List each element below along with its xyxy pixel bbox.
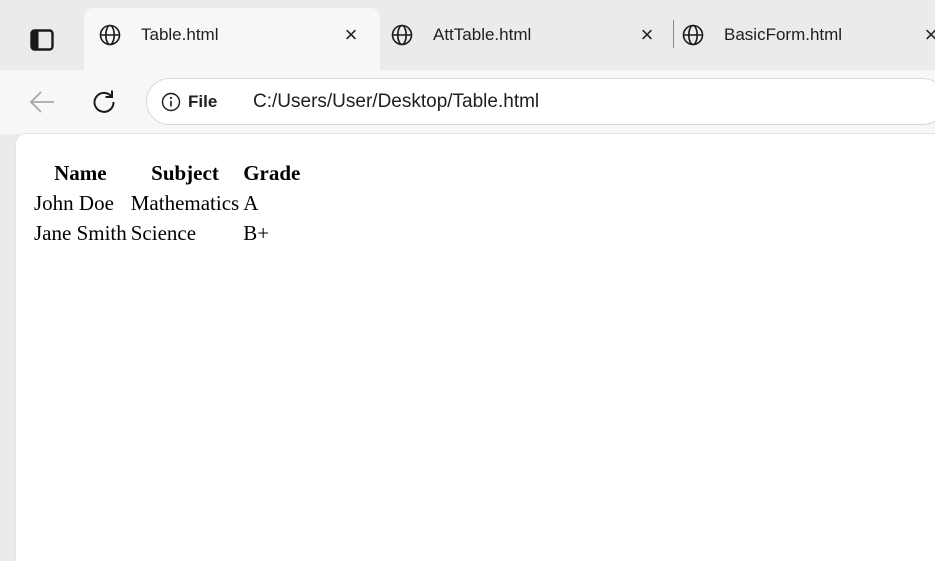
tab-title: BasicForm.html [724, 25, 843, 44]
refresh-icon [93, 90, 115, 113]
table-row: Jane Smith Science B+ [33, 219, 301, 247]
globe-icon [391, 24, 413, 46]
site-info-button[interactable]: File [161, 91, 217, 113]
address-bar[interactable]: File C:/Users/User/Desktop/Table.html [146, 78, 935, 125]
globe-icon [682, 24, 704, 46]
back-button[interactable] [24, 84, 60, 120]
cell-subject: Mathematics [130, 191, 240, 215]
tab-actions-icon [30, 29, 54, 51]
tab-title: AttTable.html [433, 25, 532, 44]
page-content: Name Subject Grade John Doe Mathematics … [16, 134, 935, 561]
column-header-name: Name [54, 161, 107, 185]
cell-grade: B+ [243, 221, 270, 245]
column-header-subject: Subject [151, 161, 219, 185]
cell-name: John Doe [34, 191, 114, 215]
tab-table-html[interactable]: Table.html × [84, 8, 380, 70]
cell-grade: A [243, 191, 259, 215]
site-info-label: File [188, 92, 218, 111]
browser-window: Table.html × AttTable.html × BasicForm.h… [0, 0, 935, 561]
tab-strip: Table.html × AttTable.html × BasicForm.h… [0, 0, 935, 70]
globe-icon [99, 24, 121, 46]
table-header-row: Name Subject Grade [33, 159, 301, 187]
refresh-button[interactable] [86, 84, 122, 120]
tab-title: Table.html [141, 25, 219, 44]
tab-close-button[interactable]: × [339, 23, 363, 47]
table-row: John Doe Mathematics A [33, 189, 301, 217]
tab-actions-button[interactable] [22, 20, 62, 60]
browser-toolbar: File C:/Users/User/Desktop/Table.html [0, 70, 935, 134]
back-arrow-icon [29, 91, 54, 113]
tab-close-button[interactable]: × [919, 23, 935, 47]
cell-subject: Science [130, 221, 197, 245]
info-icon [161, 92, 181, 112]
tab-close-button[interactable]: × [635, 23, 659, 47]
tab-atttable-html[interactable]: AttTable.html × [380, 8, 673, 70]
grades-table: Name Subject Grade John Doe Mathematics … [31, 157, 303, 249]
cell-name: Jane Smith [34, 221, 127, 245]
url-text[interactable]: C:/Users/User/Desktop/Table.html [253, 88, 539, 116]
tab-basicform-html[interactable]: BasicForm.html × [674, 8, 935, 70]
column-header-grade: Grade [243, 161, 301, 185]
